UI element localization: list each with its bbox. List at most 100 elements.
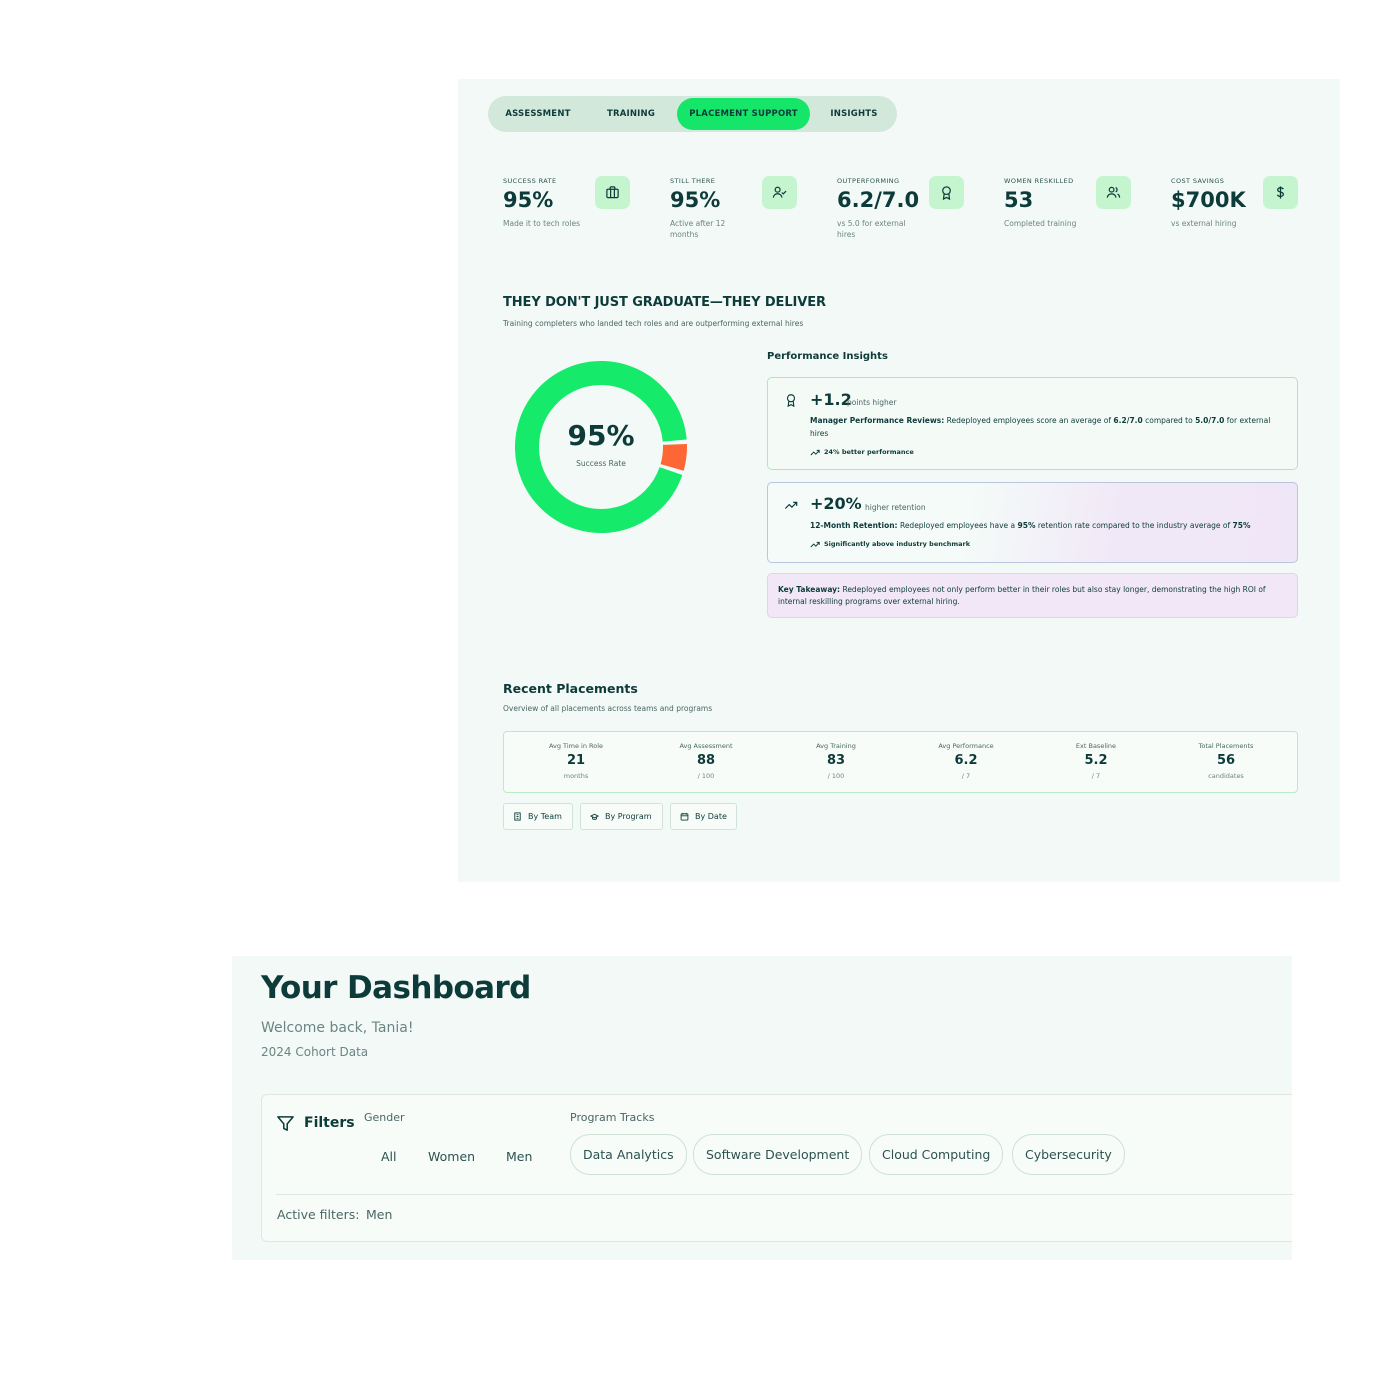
insight-value: 75% [1232,521,1251,530]
placement-support-panel: ASSESSMENT TRAINING PLACEMENT SUPPORT IN… [458,79,1340,882]
stat-value: 6.2/7.0 [837,188,920,212]
insight-note: Significantly above industry benchmark [810,540,970,548]
metric-value: 56 [1216,753,1236,768]
award-icon [929,176,964,209]
gender-option-all[interactable]: All [381,1149,397,1164]
stat-label: COST SAVINGS [1171,177,1225,185]
group-by-program-label: By Program [605,812,652,821]
trending-up-icon [810,541,820,547]
stat-subtext: Completed training [1004,219,1077,228]
metric-unit: / 100 [827,772,845,780]
welcome-message: Welcome back, Tania! [261,1020,414,1036]
metric-value: 21 [566,753,586,768]
group-by-date-label: By Date [695,812,727,821]
insight-description: 12-Month Retention: Redeployed employees… [810,520,1285,533]
insight-card-retention: +20% higher retention 12-Month Retention… [767,482,1298,563]
metric-unit: / 100 [697,772,715,780]
gender-option-men[interactable]: Men [506,1149,532,1164]
metric-label: Total Placements [1198,742,1254,750]
tab-assessment[interactable]: ASSESSMENT [492,98,584,130]
tab-training[interactable]: TRAINING [586,98,676,130]
track-cybersecurity[interactable]: Cybersecurity [1012,1134,1125,1175]
calendar-icon [680,812,689,821]
group-by-team-label: By Team [528,812,562,821]
stat-label: OUTPERFORMING [837,177,900,185]
trending-up-icon [784,501,798,509]
stat-value: 95% [503,188,554,212]
insight-note-text: 24% better performance [824,448,914,456]
user-check-icon [762,176,797,209]
metric-unit: candidates [1208,772,1244,780]
group-by-date-button[interactable]: By Date [670,803,737,830]
active-filters-label: Active filters: [277,1207,360,1222]
tab-insights[interactable]: INSIGHTS [812,98,896,130]
insight-caption: higher retention [865,503,926,512]
track-software-development[interactable]: Software Development [693,1134,863,1175]
metric-value: 83 [826,753,846,768]
key-takeaway-body: Redeployed employees not only perform be… [778,585,1266,606]
key-takeaway-text: Key Takeaway: Redeployed employees not o… [778,584,1288,608]
filters-panel: Filters Gender All Women Men Program Tra… [261,1094,1293,1242]
users-icon [1096,176,1131,209]
insight-heading: Manager Performance Reviews: [810,416,945,425]
key-takeaway-heading: Key Takeaway: [778,585,841,594]
metric-label: Avg Performance [938,742,994,750]
insight-big-number: +1.2 [810,390,852,409]
insight-note-text: Significantly above industry benchmark [824,540,971,548]
stat-value: 53 [1004,188,1034,212]
stat-outperforming: OUTPERFORMING 6.2/7.0 vs 5.0 for externa… [837,176,997,247]
insight-heading: 12-Month Retention: [810,521,898,530]
stat-women-reskilled: WOMEN RESKILLED 53 Completed training [1004,176,1164,247]
stat-value: $700K [1171,188,1246,212]
donut-label: Success Rate [576,459,626,468]
dollar-icon [1263,176,1298,209]
section-subtitle: Training completers who landed tech role… [503,319,804,328]
insight-big-number: +20% [810,494,862,513]
metric-unit: months [563,772,589,780]
tab-placement-support[interactable]: PLACEMENT SUPPORT [677,98,810,130]
group-by-program-button[interactable]: By Program [580,803,663,830]
insight-description: Manager Performance Reviews: Redeployed … [810,415,1285,440]
placement-metrics-summary: Avg Time in Role 21 months Avg Assessmen… [503,731,1298,793]
performance-insights-title: Performance Insights [767,351,888,362]
briefcase-icon [595,176,630,209]
stat-subtext: vs external hiring [1171,219,1237,228]
metric-value: 6.2 [954,753,978,768]
cohort-label: 2024 Cohort Data [261,1045,369,1059]
metric-value: 88 [696,753,716,768]
insight-text-part: Redeployed employees have a [897,521,1018,530]
metric-label: Avg Training [816,742,856,750]
stat-subtext: Active after 12 months [670,219,726,239]
insight-text-part: retention rate compared to the industry … [1035,521,1233,530]
track-data-analytics[interactable]: Data Analytics [570,1134,687,1175]
track-cloud-computing[interactable]: Cloud Computing [869,1134,1004,1175]
insight-value: 6.2/7.0 [1113,416,1143,425]
recent-placements-subtitle: Overview of all placements across teams … [503,704,713,713]
dashboard-title: Your Dashboard [261,970,531,1006]
stat-success-rate: SUCCESS RATE 95% Made it to tech roles [503,176,663,247]
stat-value: 95% [670,188,721,212]
metric-label: Avg Time in Role [548,742,604,750]
dashboard-panel: Your Dashboard Welcome back, Tania! 2024… [232,956,1293,1260]
stat-label: STILL THERE [670,177,716,185]
insight-value: 95% [1017,521,1036,530]
stat-label: WOMEN RESKILLED [1004,177,1074,185]
insight-card-performance: +1.2 points higher Manager Performance R… [767,377,1298,470]
metric-label: Ext Baseline [1075,742,1117,750]
metric-unit: / 7 [961,772,971,780]
group-by-team-button[interactable]: By Team [503,803,573,830]
insight-value: 5.0/7.0 [1195,416,1225,425]
filter-icon [277,1116,294,1131]
gender-option-women[interactable]: Women [428,1149,475,1164]
stat-still-there: STILL THERE 95% Active after 12 months [670,176,830,247]
graduation-cap-icon [590,813,599,820]
tab-bar: ASSESSMENT TRAINING PLACEMENT SUPPORT IN… [488,96,897,132]
insight-text-part: Redeployed employees score an average of [944,416,1114,425]
gender-filter-label: Gender [364,1111,405,1124]
key-takeaway-card: Key Takeaway: Redeployed employees not o… [767,573,1298,618]
stat-subtext: vs 5.0 for external hires [837,219,906,239]
stat-subtext: Made it to tech roles [503,219,581,228]
filters-divider [276,1194,1293,1195]
stat-label: SUCCESS RATE [503,177,557,185]
insight-text-part: compared to [1142,416,1196,425]
